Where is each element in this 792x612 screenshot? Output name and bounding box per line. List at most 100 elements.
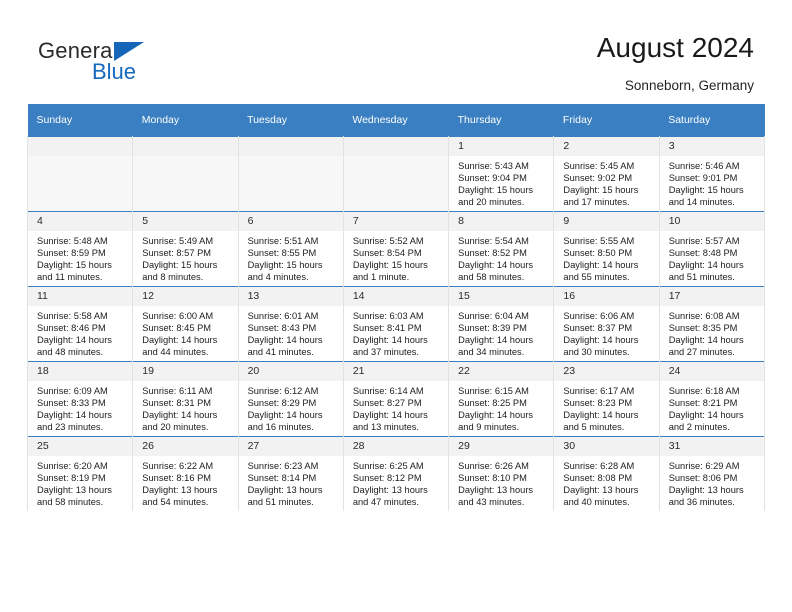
calendar-day-cell[interactable]: 11 Sunrise: 5:58 AM Sunset: 8:46 PM Dayligh…: [26, 286, 134, 362]
day-details: Sunrise: 6:26 AM Sunset: 8:10 PM Daylight:…: [449, 456, 553, 508]
calendar-day-cell[interactable]: 4 Sunrise: 5:48 AM Sunset: 8:59 PM Daylight…: [26, 211, 134, 287]
day-details: Sunrise: 5:51 AM Sunset: 8:55 PM Daylight:…: [239, 231, 343, 283]
calendar-day-cell[interactable]: 25 Sunrise: 6:20 AM Sunset: 8:19 PM Dayligh…: [26, 436, 134, 511]
daylight-hours: Daylight: 14 hours: [352, 410, 428, 421]
day-cell-inner: 26 Sunrise: 6:22 AM Sunset: 8:16 PM Dayligh…: [133, 437, 238, 511]
page-title: August 2024: [596, 32, 754, 63]
day-number: 17: [659, 287, 764, 306]
day-cell-inner: 25 Sunrise: 6:20 AM Sunset: 8:19 PM Dayligh…: [28, 437, 133, 511]
calendar-day-cell[interactable]: 9 Sunrise: 5:55 AM Sunset: 8:50 PM Daylight…: [553, 211, 660, 287]
sunrise-time: Sunrise: 5:52 AM: [352, 236, 424, 246]
calendar-day-cell[interactable]: 31 Sunrise: 6:29 AM Sunset: 8:06 PM Dayligh…: [658, 436, 766, 511]
day-number: 16: [554, 287, 659, 306]
sunset-time: Sunset: 8:25 PM: [458, 398, 527, 409]
daylight-minutes: and 34 minutes.: [458, 347, 525, 358]
calendar-day-cell[interactable]: 19 Sunrise: 6:11 AM Sunset: 8:31 PM Dayligh…: [132, 361, 239, 437]
calendar-day-cell[interactable]: 3 Sunrise: 5:46 AM Sunset: 9:01 PM Daylight…: [658, 136, 766, 212]
sunrise-time: Sunrise: 6:01 AM: [247, 311, 319, 321]
calendar-day-cell[interactable]: 17 Sunrise: 6:08 AM Sunset: 8:35 PM Dayligh…: [658, 286, 766, 362]
sunset-time: Sunset: 8:52 PM: [458, 248, 527, 259]
sunrise-time: Sunrise: 6:18 AM: [668, 386, 740, 396]
day-number: 3: [659, 137, 764, 156]
sunset-time: Sunset: 8:43 PM: [247, 323, 317, 334]
day-cell-inner: 17 Sunrise: 6:08 AM Sunset: 8:35 PM Dayligh…: [659, 287, 764, 361]
calendar-day-cell[interactable]: 1 Sunrise: 5:43 AM Sunset: 9:04 PM Daylight…: [448, 136, 555, 212]
calendar-day-cell[interactable]: 14 Sunrise: 6:03 AM Sunset: 8:41 PM Dayligh…: [342, 286, 450, 362]
calendar-day-cell[interactable]: 30 Sunrise: 6:28 AM Sunset: 8:08 PM Dayligh…: [553, 436, 660, 511]
day-details: Sunrise: 6:22 AM Sunset: 8:16 PM Daylight:…: [133, 456, 237, 508]
day-number: 20: [238, 362, 343, 381]
day-details: Sunrise: 5:54 AM Sunset: 8:52 PM Daylight:…: [449, 231, 553, 283]
day-number: 14: [343, 287, 449, 306]
day-cell-inner: 12 Sunrise: 6:00 AM Sunset: 8:45 PM Dayligh…: [133, 287, 238, 361]
sunrise-sunset-calendar: Sunday Monday Tuesday Wednesday Thursday Frid…: [26, 104, 766, 511]
sunrise-time: Sunrise: 6:29 AM: [668, 461, 740, 471]
day-number: 19: [133, 362, 238, 381]
sunrise-time: Sunrise: 5:43 AM: [458, 161, 529, 171]
sunrise-time: Sunrise: 6:28 AM: [563, 461, 635, 471]
general-blue-logo[interactable]: General Blue: [38, 38, 218, 90]
day-cell-inner: 15 Sunrise: 6:04 AM Sunset: 8:39 PM Dayligh…: [449, 287, 554, 361]
calendar-day-cell[interactable]: 21 Sunrise: 6:14 AM Sunset: 8:27 PM Dayligh…: [342, 361, 450, 437]
daylight-hours: Daylight: 15 hours: [247, 260, 323, 271]
calendar-day-cell[interactable]: 16 Sunrise: 6:06 AM Sunset: 8:37 PM Dayligh…: [553, 286, 660, 362]
sunrise-time: Sunrise: 6:20 AM: [37, 461, 108, 471]
sunrise-time: Sunrise: 6:14 AM: [352, 386, 424, 396]
sunset-time: Sunset: 9:01 PM: [668, 173, 738, 184]
calendar-day-cell[interactable]: 26 Sunrise: 6:22 AM Sunset: 8:16 PM Dayligh…: [132, 436, 239, 511]
page-header: General Blue August 2024 Sonneborn, Germ…: [0, 0, 792, 103]
calendar-day-cell[interactable]: 8 Sunrise: 5:54 AM Sunset: 8:52 PM Daylight…: [448, 211, 555, 287]
daylight-hours: Daylight: 15 hours: [37, 260, 112, 271]
calendar-day-cell[interactable]: 24 Sunrise: 6:18 AM Sunset: 8:21 PM Dayligh…: [658, 361, 766, 437]
day-number: 23: [554, 362, 659, 381]
sunrise-time: Sunrise: 5:55 AM: [563, 236, 635, 246]
calendar-day-cell[interactable]: 15 Sunrise: 6:04 AM Sunset: 8:39 PM Dayligh…: [448, 286, 555, 362]
daylight-minutes: and 2 minutes.: [668, 422, 730, 433]
day-cell-inner: 14 Sunrise: 6:03 AM Sunset: 8:41 PM Dayligh…: [343, 287, 449, 361]
day-details: Sunrise: 6:09 AM Sunset: 8:33 PM Daylight:…: [28, 381, 132, 433]
calendar-day-cell[interactable]: 29 Sunrise: 6:26 AM Sunset: 8:10 PM Dayligh…: [448, 436, 555, 511]
day-details: Sunrise: 6:12 AM Sunset: 8:29 PM Daylight:…: [239, 381, 343, 433]
daylight-minutes: and 8 minutes.: [142, 272, 204, 283]
daylight-minutes: and 23 minutes.: [37, 422, 104, 433]
sunrise-time: Sunrise: 6:25 AM: [352, 461, 424, 471]
day-number: 8: [449, 212, 554, 231]
calendar-day-cell[interactable]: 12 Sunrise: 6:00 AM Sunset: 8:45 PM Dayligh…: [132, 286, 239, 362]
calendar-day-cell[interactable]: 28 Sunrise: 6:25 AM Sunset: 8:12 PM Dayligh…: [342, 436, 450, 511]
daylight-minutes: and 14 minutes.: [668, 197, 735, 208]
calendar-day-cell[interactable]: 7 Sunrise: 5:52 AM Sunset: 8:54 PM Daylight…: [342, 211, 450, 287]
day-details: Sunrise: 6:25 AM Sunset: 8:12 PM Daylight:…: [344, 456, 448, 508]
daylight-hours: Daylight: 14 hours: [458, 260, 534, 271]
day-number: 22: [449, 362, 554, 381]
calendar-day-cell[interactable]: 13 Sunrise: 6:01 AM Sunset: 8:43 PM Dayligh…: [237, 286, 344, 362]
calendar-day-cell[interactable]: 22 Sunrise: 6:15 AM Sunset: 8:25 PM Dayligh…: [448, 361, 555, 437]
day-number: [133, 137, 238, 156]
weekday-header-monday: Monday: [132, 104, 239, 137]
day-cell-inner: 1 Sunrise: 5:43 AM Sunset: 9:04 PM Daylight…: [449, 137, 554, 211]
calendar-day-cell[interactable]: 20 Sunrise: 6:12 AM Sunset: 8:29 PM Dayligh…: [237, 361, 344, 437]
daylight-minutes: and 36 minutes.: [668, 497, 735, 508]
sunset-time: Sunset: 8:14 PM: [247, 473, 317, 484]
day-cell-inner: 18 Sunrise: 6:09 AM Sunset: 8:33 PM Dayligh…: [28, 362, 133, 436]
calendar-day-cell[interactable]: 27 Sunrise: 6:23 AM Sunset: 8:14 PM Dayligh…: [237, 436, 344, 511]
day-details: Sunrise: 5:55 AM Sunset: 8:50 PM Daylight:…: [554, 231, 658, 283]
daylight-minutes: and 51 minutes.: [247, 497, 314, 508]
day-cell-inner: 13 Sunrise: 6:01 AM Sunset: 8:43 PM Dayligh…: [238, 287, 343, 361]
daylight-minutes: and 4 minutes.: [247, 272, 309, 283]
daylight-hours: Daylight: 14 hours: [458, 410, 534, 421]
sunrise-time: Sunrise: 6:26 AM: [458, 461, 529, 471]
day-cell-inner: 28 Sunrise: 6:25 AM Sunset: 8:12 PM Dayligh…: [343, 437, 449, 511]
calendar-day-cell[interactable]: 5 Sunrise: 5:49 AM Sunset: 8:57 PM Daylight…: [132, 211, 239, 287]
day-number: 25: [28, 437, 133, 456]
sunset-time: Sunset: 8:46 PM: [37, 323, 106, 334]
day-cell-inner: 22 Sunrise: 6:15 AM Sunset: 8:25 PM Dayligh…: [449, 362, 554, 436]
sunset-time: Sunset: 8:21 PM: [668, 398, 738, 409]
calendar-day-cell[interactable]: 2 Sunrise: 5:45 AM Sunset: 9:02 PM Daylight…: [553, 136, 660, 212]
calendar-day-cell[interactable]: 18 Sunrise: 6:09 AM Sunset: 8:33 PM Dayligh…: [26, 361, 134, 437]
calendar-day-cell[interactable]: 10 Sunrise: 5:57 AM Sunset: 8:48 PM Dayligh…: [658, 211, 766, 287]
day-cell-inner: 7 Sunrise: 5:52 AM Sunset: 8:54 PM Daylight…: [343, 212, 449, 286]
daylight-minutes: and 40 minutes.: [563, 497, 630, 508]
calendar-day-cell[interactable]: 6 Sunrise: 5:51 AM Sunset: 8:55 PM Daylight…: [237, 211, 344, 287]
calendar-day-cell[interactable]: 23 Sunrise: 6:17 AM Sunset: 8:23 PM Dayligh…: [553, 361, 660, 437]
day-cell-inner: 23 Sunrise: 6:17 AM Sunset: 8:23 PM Dayligh…: [554, 362, 659, 436]
